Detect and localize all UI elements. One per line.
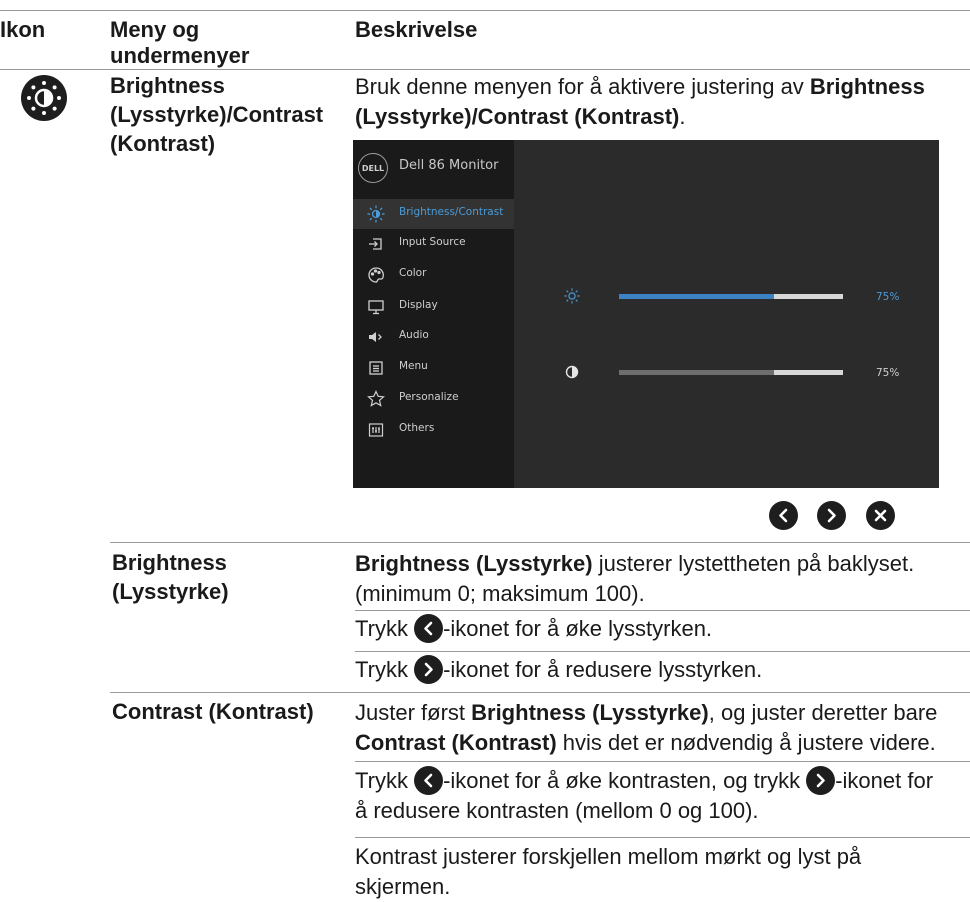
osd-item-personalize[interactable]: Personalize	[353, 384, 514, 414]
previous-icon[interactable]	[769, 501, 798, 530]
osd-item-audio[interactable]: Audio	[353, 322, 514, 352]
osd-item-label: Audio	[399, 329, 429, 341]
color-palette-icon	[367, 266, 385, 284]
osd-screenshot: DELL Dell 86 Monitor Brightness/Contrast…	[353, 140, 939, 488]
osd-item-brightness-contrast[interactable]: Brightness/Contrast	[353, 199, 514, 229]
description-brightness-contrast: Bruk denne menyen for å aktivere justeri…	[355, 74, 925, 129]
brightness-slider-fill	[619, 294, 774, 299]
osd-item-label: Input Source	[399, 236, 466, 248]
next-icon	[806, 766, 836, 795]
contrast-value: 75%	[876, 367, 900, 379]
brightness-value: 75%	[876, 291, 900, 303]
osd-item-label: Display	[399, 299, 438, 311]
osd-item-label: Others	[399, 422, 435, 434]
contrast-slider-icon	[565, 365, 579, 384]
previous-icon	[414, 614, 444, 643]
input-source-icon	[367, 235, 385, 253]
dell-logo: DELL	[358, 153, 388, 183]
osd-item-display[interactable]: Display	[353, 292, 514, 322]
contrast-note: Kontrast justerer forskjellen mellom mør…	[355, 844, 862, 899]
osd-item-label: Personalize	[399, 391, 459, 403]
brightness-decrease-instruction: Trykk -ikonet for å redusere lysstyrken.	[355, 655, 763, 684]
column-header-menu: Meny og undermenyer	[110, 17, 250, 68]
osd-sidebar: DELL Dell 86 Monitor Brightness/Contrast…	[353, 140, 514, 488]
osd-item-label: Menu	[399, 360, 428, 372]
description-brightness: Brightness (Lysstyrke) justerer lystetth…	[355, 551, 915, 606]
contrast-instruction: Trykk -ikonet for å øke kontrasten, og t…	[355, 766, 934, 823]
osd-item-others[interactable]: Others	[353, 415, 514, 445]
speaker-icon	[367, 328, 385, 346]
osd-item-label: Color	[399, 267, 427, 279]
others-icon	[367, 421, 385, 439]
brightness-slider-track[interactable]	[619, 294, 843, 299]
menu-name-contrast: Contrast (Kontrast)	[112, 699, 314, 724]
osd-title: Dell 86 Monitor	[399, 158, 499, 173]
column-header-icon: Ikon	[0, 17, 46, 42]
column-header-description: Beskrivelse	[355, 17, 478, 42]
menu-icon	[367, 359, 385, 377]
next-icon[interactable]	[817, 501, 846, 530]
contrast-slider-track[interactable]	[619, 370, 843, 375]
osd-item-label: Brightness/Contrast	[399, 206, 504, 218]
brightness-contrast-icon	[20, 74, 68, 122]
brightness-increase-instruction: Trykk -ikonet for å øke lysstyrken.	[355, 614, 713, 643]
star-icon	[367, 390, 385, 408]
menu-name-brightness-contrast: Brightness (Lysstyrke)/Contrast (Kontras…	[110, 73, 324, 156]
osd-item-input-source[interactable]: Input Source	[353, 229, 514, 259]
menu-name-brightness: Brightness (Lysstyrke)	[112, 550, 229, 604]
osd-item-menu[interactable]: Menu	[353, 353, 514, 383]
brightness-slider-icon	[564, 288, 580, 309]
close-icon[interactable]	[866, 501, 895, 530]
display-icon	[367, 298, 385, 316]
osd-item-color[interactable]: Color	[353, 260, 514, 290]
previous-icon	[414, 766, 444, 795]
description-contrast: Juster først Brightness (Lysstyrke), og …	[355, 700, 938, 755]
contrast-slider-fill	[619, 370, 774, 375]
next-icon	[414, 655, 444, 684]
brightness-icon	[367, 205, 385, 223]
